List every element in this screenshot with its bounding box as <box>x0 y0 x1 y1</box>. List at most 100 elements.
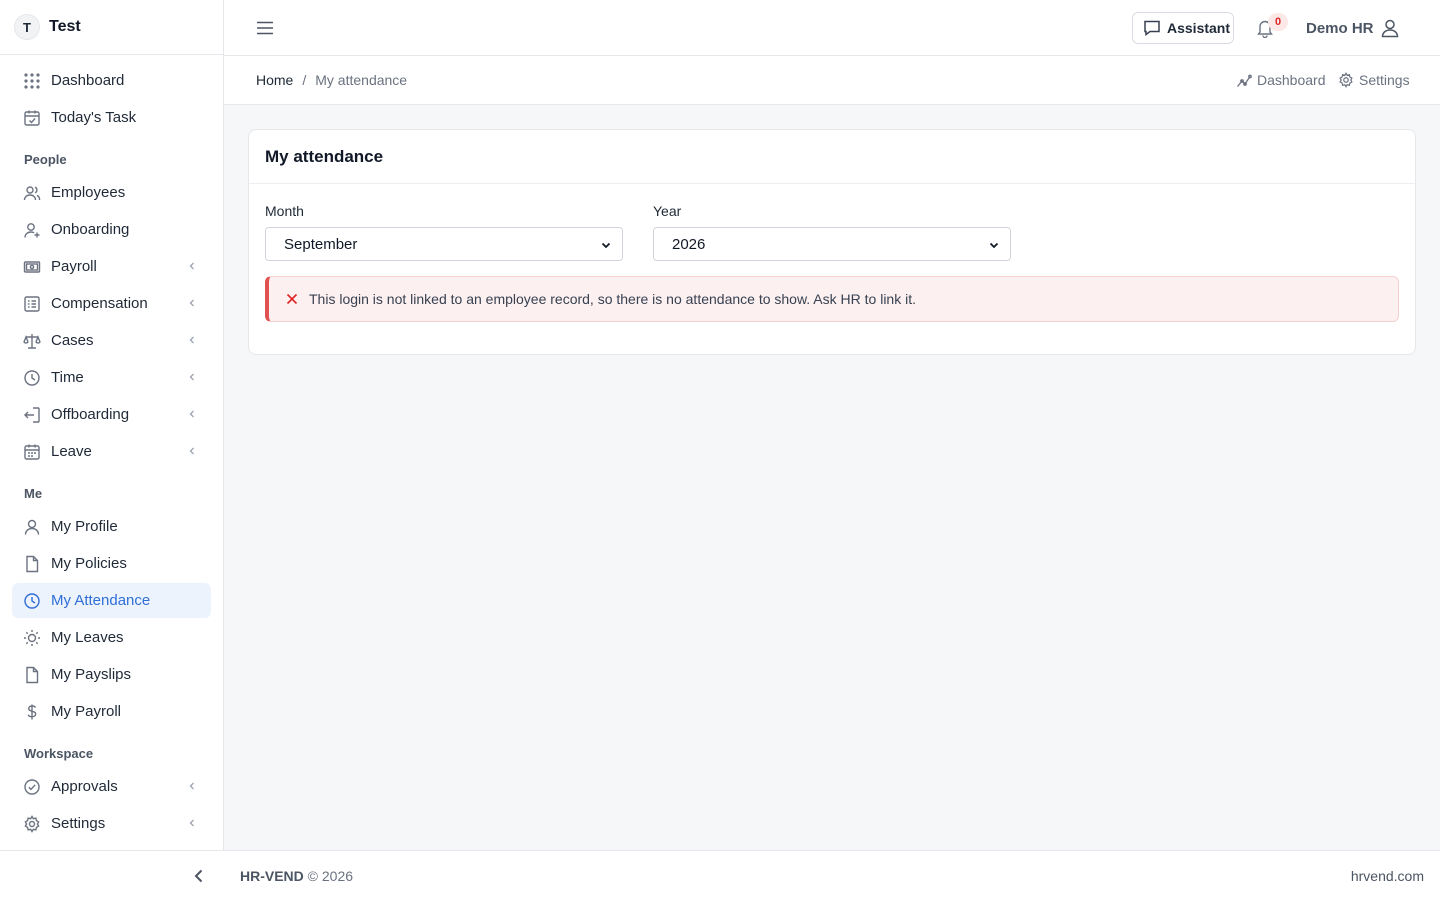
sidebar-item-label: Compensation <box>51 295 148 312</box>
footer-copyright: HR-VEND © 2026 <box>240 868 353 884</box>
footer-brand: HR-VEND <box>240 868 304 884</box>
sidebar-item-onboarding[interactable]: Onboarding <box>12 212 211 247</box>
sidebar-item-settings[interactable]: Settings <box>12 806 211 841</box>
sidebar-item-my-leaves[interactable]: My Leaves <box>12 620 211 655</box>
sidebar-item-label: Settings <box>51 815 106 832</box>
quick-link-settings[interactable]: Settings <box>1338 72 1410 88</box>
close-icon <box>286 293 298 305</box>
topbar: Assistant 0 Demo HR <box>224 0 1440 56</box>
sidebar-item-approvals[interactable]: Approvals <box>12 769 211 804</box>
attendance-card: My attendance Month September Year 2026 … <box>248 129 1416 355</box>
sidebar-nav: Dashboard Today's Task People Employees … <box>0 55 223 841</box>
sidebar-item-label: Cases <box>51 332 94 349</box>
chevron-down-icon <box>989 242 999 249</box>
sidebar-item-my-attendance[interactable]: My Attendance <box>12 583 211 618</box>
sidebar-item-leave[interactable]: Leave <box>12 434 211 469</box>
sidebar-item-label: Employees <box>51 184 126 201</box>
sidebar-item-my-payroll[interactable]: My Payroll <box>12 694 211 729</box>
chevron-left-icon <box>189 299 194 307</box>
collapse-sidebar-icon[interactable] <box>190 867 208 885</box>
section-label-workspace: Workspace <box>24 746 94 761</box>
clock-icon <box>24 369 40 386</box>
sidebar-item-payroll[interactable]: Payroll <box>12 249 211 284</box>
sidebar-item-label: My Payroll <box>51 703 122 720</box>
clock-icon <box>24 592 40 609</box>
year-select-value: 2026 <box>672 235 706 253</box>
sidebar-item-label: My Leaves <box>51 629 124 646</box>
sidebar-item-label: Offboarding <box>51 406 130 423</box>
chevron-left-icon <box>189 447 194 455</box>
sidebar-item-label: Today's Task <box>51 109 137 126</box>
sidebar-item-label: My Payslips <box>51 666 132 683</box>
month-label: Month <box>265 203 304 219</box>
sidebar-item-label: Payroll <box>51 258 97 275</box>
sidebar-item-compensation[interactable]: Compensation <box>12 286 211 321</box>
card-header: My attendance <box>249 130 1415 184</box>
scale-icon <box>23 333 41 349</box>
sidebar-item-label: My Attendance <box>51 592 151 609</box>
chevron-left-icon <box>189 373 194 381</box>
alert-message: This login is not linked to an employee … <box>309 291 916 307</box>
list-icon <box>24 295 40 312</box>
year-select[interactable]: 2026 <box>653 227 1011 261</box>
dollar-icon <box>27 704 37 719</box>
sun-icon <box>24 629 40 646</box>
breadcrumb-home-link[interactable]: Home <box>256 72 293 88</box>
sidebar-item-dashboard[interactable]: Dashboard <box>12 63 211 98</box>
sidebar-item-label: My Policies <box>51 555 127 572</box>
chart-line-icon <box>1236 74 1252 87</box>
chevron-left-icon <box>189 262 194 270</box>
quick-link-label: Dashboard <box>1257 72 1326 88</box>
user-icon <box>24 519 40 535</box>
quick-link-dashboard[interactable]: Dashboard <box>1236 72 1326 88</box>
sidebar-item-todays-task[interactable]: Today's Task <box>12 100 211 135</box>
calendar-icon <box>24 444 40 460</box>
sidebar-item-employees[interactable]: Employees <box>12 175 211 210</box>
gear-icon <box>1339 72 1353 88</box>
sidebar-item-offboarding[interactable]: Offboarding <box>12 397 211 432</box>
footer-site-link[interactable]: hrvend.com <box>1351 868 1424 884</box>
breadcrumb-separator: / <box>302 72 307 88</box>
section-label-people: People <box>24 152 67 167</box>
sidebar-item-label: My Profile <box>51 518 118 535</box>
sidebar-item-my-policies[interactable]: My Policies <box>12 546 211 581</box>
month-select[interactable]: September <box>265 227 623 261</box>
logout-icon <box>24 406 40 423</box>
user-plus-icon <box>24 222 40 238</box>
sidebar-item-label: Dashboard <box>51 72 125 89</box>
brand-name: Test <box>49 18 81 35</box>
chevron-left-icon <box>189 336 194 344</box>
quick-link-label: Settings <box>1359 72 1410 88</box>
sidebar-item-time[interactable]: Time <box>12 360 211 395</box>
user-name[interactable]: Demo HR <box>1306 20 1374 37</box>
users-icon <box>23 185 41 200</box>
sidebar-item-label: Approvals <box>51 778 118 795</box>
sidebar: T Test Dashboard Today's Task People Emp… <box>0 0 224 850</box>
notification-badge: 0 <box>1268 13 1288 31</box>
sidebar-item-my-payslips[interactable]: My Payslips <box>12 657 211 692</box>
assistant-label: Assistant <box>1167 20 1231 36</box>
check-circle-icon <box>24 778 40 795</box>
month-select-value: September <box>284 235 358 253</box>
chevron-left-icon <box>189 782 194 790</box>
section-label-me: Me <box>24 486 43 501</box>
sidebar-item-my-profile[interactable]: My Profile <box>12 509 211 544</box>
grid-icon <box>24 72 40 89</box>
year-label: Year <box>653 203 682 219</box>
hamburger-menu-icon[interactable] <box>254 17 276 39</box>
file-icon <box>26 555 39 572</box>
assistant-button[interactable]: Assistant <box>1132 12 1234 44</box>
sidebar-item-label: Time <box>51 369 84 386</box>
sidebar-item-label: Onboarding <box>51 221 130 238</box>
money-icon <box>23 260 41 273</box>
breadcrumb-bar: Home / My attendance Dashboard Settings <box>224 56 1440 105</box>
chevron-down-icon <box>601 242 611 249</box>
sidebar-item-cases[interactable]: Cases <box>12 323 211 358</box>
brand[interactable]: T Test <box>0 0 223 55</box>
chat-icon <box>1144 20 1160 36</box>
calendar-check-icon <box>24 110 40 126</box>
breadcrumb-current: My attendance <box>315 72 408 88</box>
user-icon[interactable] <box>1380 18 1400 38</box>
error-alert: This login is not linked to an employee … <box>265 276 1399 322</box>
page-title: My attendance <box>265 146 384 166</box>
